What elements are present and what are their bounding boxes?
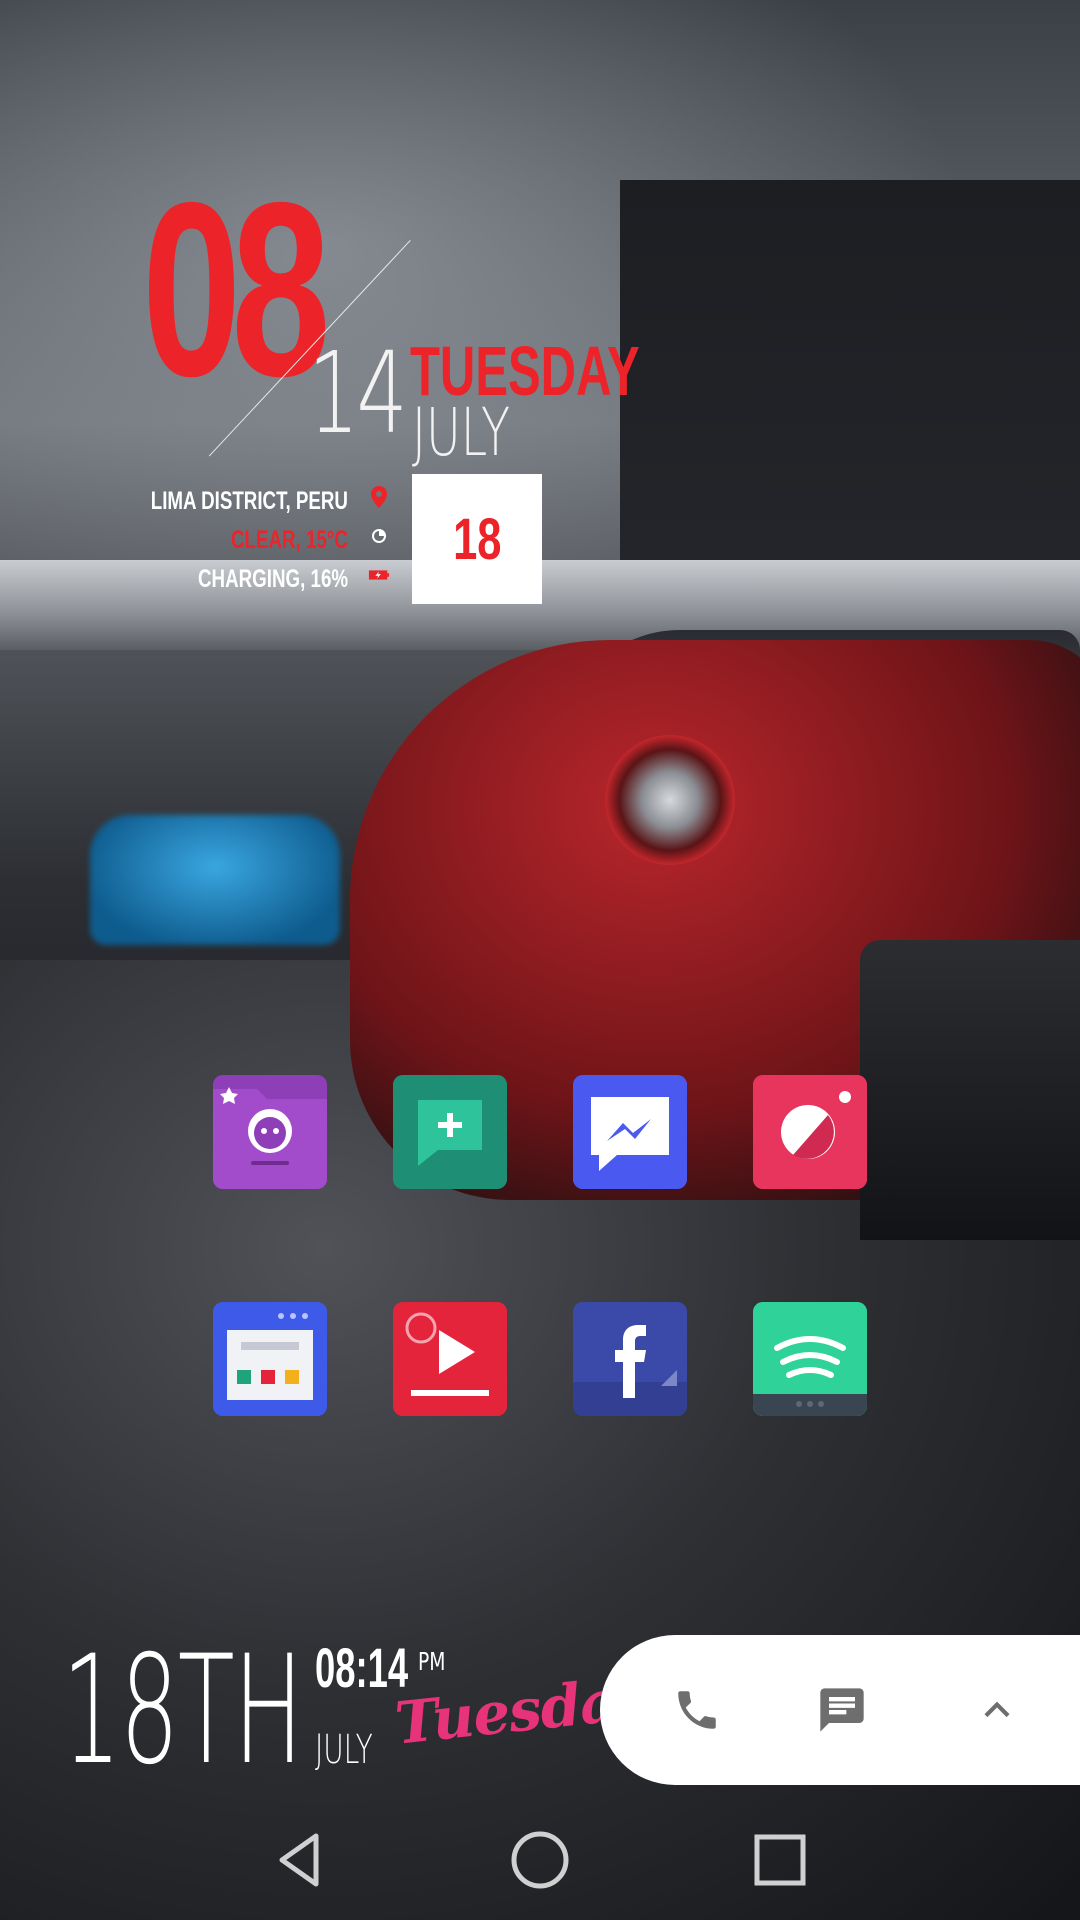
spotify-waves-icon [753,1302,867,1416]
date-box[interactable]: 18 [412,474,542,604]
app-messenger[interactable] [573,1075,687,1189]
back-button[interactable] [255,1820,345,1900]
app-spotify[interactable] [753,1302,867,1416]
home-icon [511,1831,569,1889]
home-button[interactable] [495,1820,585,1900]
clock-minutes: 14 [308,329,408,459]
location-pin-icon [368,486,390,508]
weather-text: CLEAR, 15°C [231,525,348,554]
navigation-bar [0,1790,1080,1920]
chat-plus-icon [393,1075,507,1189]
phone-icon [678,1691,716,1729]
back-icon [279,1833,319,1887]
app-video-player[interactable] [393,1302,507,1416]
weather-row: CLEAR, 15°C [192,525,348,555]
app-camera-lens[interactable] [753,1075,867,1189]
wallpaper-blue-car [90,815,340,945]
battery-text: CHARGING, 16% [197,564,348,593]
day-ordinal: 18TH [62,1624,303,1798]
phone-button[interactable] [662,1675,732,1745]
message-button[interactable] [807,1675,877,1745]
wallpaper-car-rear [860,940,1080,1240]
weather-moon-icon [368,525,390,547]
bottom-month: JULY [315,1727,373,1773]
recents-button[interactable] [735,1820,825,1900]
app-file-manager[interactable] [213,1075,327,1189]
facebook-f-icon [573,1302,687,1416]
wallpaper-building [620,180,1080,600]
bottom-ampm: PM [418,1647,446,1676]
play-icon [393,1302,507,1416]
month-label: JULY [412,394,510,471]
battery-row: CHARGING, 16% [148,564,348,594]
date-day: 18 [452,506,502,572]
app-facebook[interactable] [573,1302,687,1416]
window-icon [213,1302,327,1416]
location-row: LIMA DISTRICT, PERU [85,486,348,516]
app-browser-launcher[interactable] [213,1302,327,1416]
message-icon [820,1688,864,1732]
messenger-bolt-icon [573,1075,687,1189]
chevron-up-icon [984,1701,1010,1718]
lens-icon [753,1075,867,1189]
folder-face-icon [213,1075,327,1189]
clock-hour: 08 [142,150,331,428]
bottom-time: 08:14 [315,1636,409,1699]
dock [600,1635,1080,1785]
app-messaging-plus[interactable] [393,1075,507,1189]
app-drawer-button[interactable] [962,1675,1032,1745]
location-text: LIMA DISTRICT, PERU [150,486,348,515]
recents-icon [754,1834,806,1886]
battery-charging-icon [368,564,390,586]
wallpaper-taillight [605,735,735,865]
